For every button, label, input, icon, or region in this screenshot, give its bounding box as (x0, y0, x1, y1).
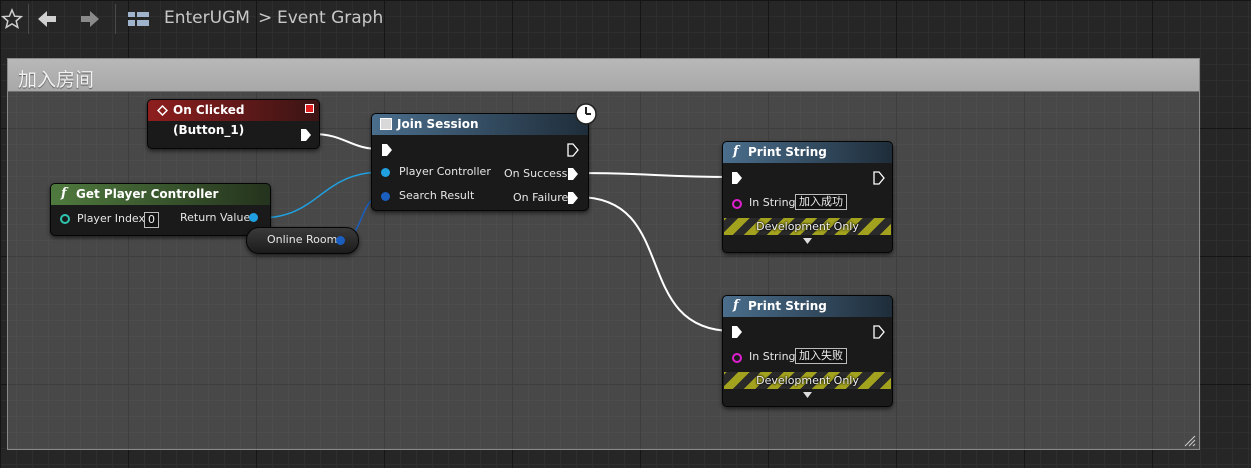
exec-wire-failure (577, 196, 733, 332)
print-string-success-header: f Print String (723, 142, 892, 163)
player-index-input[interactable]: 0 (144, 212, 159, 228)
online-room-pin-icon[interactable] (336, 236, 345, 245)
clock-icon (575, 103, 597, 125)
get-player-controller-title: Get Player Controller (76, 187, 219, 201)
in-string-label: In String (749, 350, 796, 363)
on-success-pin-icon[interactable] (567, 167, 579, 181)
function-icon: f (733, 144, 739, 159)
join-session-title: Join Session (397, 117, 479, 131)
expand-arrow-icon[interactable] (803, 238, 812, 245)
exec-in-pin-icon[interactable] (381, 143, 393, 157)
print-string-success-node[interactable]: f Print String In String 加入成功 Developmen… (722, 141, 893, 253)
development-only-label: Development Only (756, 220, 859, 233)
on-clicked-header: On Clicked (Button_1) (148, 100, 319, 137)
exec-in-pin-icon[interactable] (731, 325, 743, 339)
print-string-failure-header: f Print String (723, 296, 892, 317)
on-clicked-node[interactable]: On Clicked (Button_1) (147, 99, 320, 149)
delegate-pin-icon[interactable] (305, 104, 314, 113)
print-string-failure-title: Print String (748, 299, 827, 313)
in-string-input[interactable]: 加入失败 (795, 348, 847, 364)
online-room-variable-node[interactable]: Online Room (246, 227, 359, 254)
join-session-node[interactable]: Join Session Player Controller Search Re… (371, 103, 597, 211)
player-index-label: Player Index (77, 212, 146, 225)
expand-arrow-icon[interactable] (803, 392, 812, 399)
print-string-success-title: Print String (748, 145, 827, 159)
on-success-label: On Success (504, 167, 568, 180)
join-session-header: Join Session (372, 114, 588, 135)
return-value-label: Return Value (180, 211, 251, 224)
exec-out-pin-icon[interactable] (873, 171, 885, 185)
on-failure-label: On Failure (513, 191, 569, 204)
exec-wire-clicked-to-join (312, 133, 381, 150)
function-icon: f (733, 298, 739, 313)
function-icon: f (61, 186, 67, 201)
exec-out-pin-icon[interactable] (567, 143, 579, 157)
in-string-input[interactable]: 加入成功 (795, 194, 847, 210)
exec-wire-success (577, 172, 733, 178)
event-diamond-icon (157, 105, 168, 116)
exec-out-pin-icon[interactable] (300, 128, 312, 142)
get-player-controller-header: f Get Player Controller (51, 184, 270, 205)
player-controller-pin-icon[interactable] (381, 168, 390, 177)
development-only-label: Development Only (756, 374, 859, 387)
exec-in-pin-icon[interactable] (731, 171, 743, 185)
in-string-pin-icon[interactable] (732, 353, 742, 363)
return-value-pin-icon[interactable] (249, 213, 258, 222)
print-string-failure-node[interactable]: f Print String In String 加入失败 Developmen… (722, 295, 893, 407)
online-room-label: Online Room (267, 233, 338, 246)
player-controller-label: Player Controller (399, 165, 491, 178)
exec-out-pin-icon[interactable] (873, 325, 885, 339)
search-result-pin-icon[interactable] (381, 192, 390, 201)
in-string-pin-icon[interactable] (732, 199, 742, 209)
get-player-controller-node[interactable]: f Get Player Controller Player Index 0 R… (50, 183, 271, 236)
on-failure-pin-icon[interactable] (567, 191, 579, 205)
macro-icon (380, 118, 392, 130)
search-result-label: Search Result (399, 189, 475, 202)
player-index-pin-icon[interactable] (60, 214, 70, 224)
on-clicked-title: On Clicked (Button_1) (173, 103, 245, 137)
in-string-label: In String (749, 196, 796, 209)
